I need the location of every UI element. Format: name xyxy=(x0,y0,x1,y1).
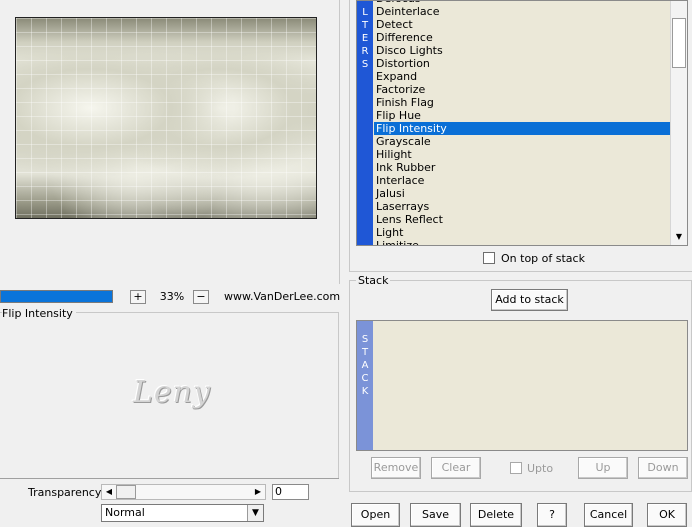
stripe-letter: S xyxy=(361,59,369,70)
transparency-label: Transparency xyxy=(28,486,102,499)
preview-image[interactable] xyxy=(15,17,317,219)
stack-stripe-letter: T xyxy=(361,347,369,358)
filters-list[interactable]: LTERS DefocusDeinterlaceDetectDifference… xyxy=(356,0,688,246)
filter-item[interactable]: Distortion xyxy=(374,57,670,70)
progress-bar xyxy=(0,290,113,303)
filter-item[interactable]: Interlace xyxy=(374,174,670,187)
transparency-input[interactable]: 0 xyxy=(272,484,309,500)
on-top-label: On top of stack xyxy=(501,252,585,265)
website-link[interactable]: www.VanDerLee.com xyxy=(224,290,340,304)
stack-stripe: STACK xyxy=(357,321,373,450)
slider-right-arrow-icon[interactable]: ▶ xyxy=(251,485,265,499)
stack-stripe-letter: S xyxy=(361,334,369,345)
zoom-out-button[interactable]: − xyxy=(193,290,209,304)
upto-checkbox[interactable] xyxy=(510,462,522,474)
stack-stripe-letter: A xyxy=(361,360,369,371)
stack-title: Stack xyxy=(356,274,391,287)
stripe-letter: E xyxy=(361,33,369,44)
stack-stripe-letter: C xyxy=(361,373,369,384)
stack-list[interactable]: STACK xyxy=(356,320,688,451)
filters-stripe: LTERS xyxy=(357,1,373,245)
filters-scrollbar[interactable]: ▼ xyxy=(670,1,687,245)
add-to-stack-button[interactable]: Add to stack xyxy=(491,289,568,311)
up-button[interactable]: Up xyxy=(578,457,628,479)
stripe-letter: R xyxy=(361,46,369,57)
filter-item[interactable]: Flip Hue xyxy=(374,109,670,122)
remove-button[interactable]: Remove xyxy=(371,457,421,479)
filter-item[interactable]: Ink Rubber xyxy=(374,161,670,174)
filter-item[interactable]: Deinterlace xyxy=(374,5,670,18)
clear-button[interactable]: Clear xyxy=(431,457,481,479)
ok-button[interactable]: OK xyxy=(647,503,687,527)
blend-mode-value: Normal xyxy=(105,506,145,519)
filter-item[interactable]: Laserrays xyxy=(374,200,670,213)
slider-thumb[interactable] xyxy=(116,485,136,499)
filter-item[interactable]: Limitize xyxy=(374,239,670,245)
zoom-in-button[interactable]: + xyxy=(130,290,146,304)
filter-item[interactable]: Hilight xyxy=(374,148,670,161)
filter-item[interactable]: Grayscale xyxy=(374,135,670,148)
help-button[interactable]: ? xyxy=(537,503,567,527)
filter-item[interactable]: Disco Lights xyxy=(374,44,670,57)
filter-item[interactable]: Jalusi xyxy=(374,187,670,200)
open-button[interactable]: Open xyxy=(351,503,400,527)
stack-stripe-letter: K xyxy=(361,386,369,397)
filter-item[interactable]: Detect xyxy=(374,18,670,31)
blend-mode-select[interactable]: Normal ▼ xyxy=(101,504,264,522)
on-top-checkbox[interactable] xyxy=(483,252,495,264)
filter-item[interactable]: Finish Flag xyxy=(374,96,670,109)
scroll-thumb[interactable] xyxy=(672,18,686,68)
divider xyxy=(0,478,339,479)
filter-item[interactable]: Lens Reflect xyxy=(374,213,670,226)
zoom-value: 33% xyxy=(159,290,185,303)
filter-item[interactable]: Difference xyxy=(374,31,670,44)
stripe-letter: T xyxy=(361,20,369,31)
delete-button[interactable]: Delete xyxy=(470,503,522,527)
down-button[interactable]: Down xyxy=(638,457,688,479)
scroll-down-icon[interactable]: ▼ xyxy=(671,229,687,245)
settings-title: Flip Intensity xyxy=(2,307,76,320)
progress-fill xyxy=(1,291,112,302)
signature-watermark: Leny xyxy=(133,375,211,410)
filter-item[interactable]: Factorize xyxy=(374,83,670,96)
transparency-slider[interactable]: ◀ ▶ xyxy=(101,484,266,500)
chevron-down-icon[interactable]: ▼ xyxy=(247,505,263,521)
upto-label: Upto xyxy=(527,462,554,475)
cancel-button[interactable]: Cancel xyxy=(584,503,633,527)
filter-item[interactable]: Flip Intensity xyxy=(374,122,670,135)
stripe-letter: L xyxy=(362,7,368,18)
filter-item[interactable]: Expand xyxy=(374,70,670,83)
slider-left-arrow-icon[interactable]: ◀ xyxy=(102,485,116,499)
filter-item[interactable]: Light xyxy=(374,226,670,239)
save-button[interactable]: Save xyxy=(410,503,461,527)
